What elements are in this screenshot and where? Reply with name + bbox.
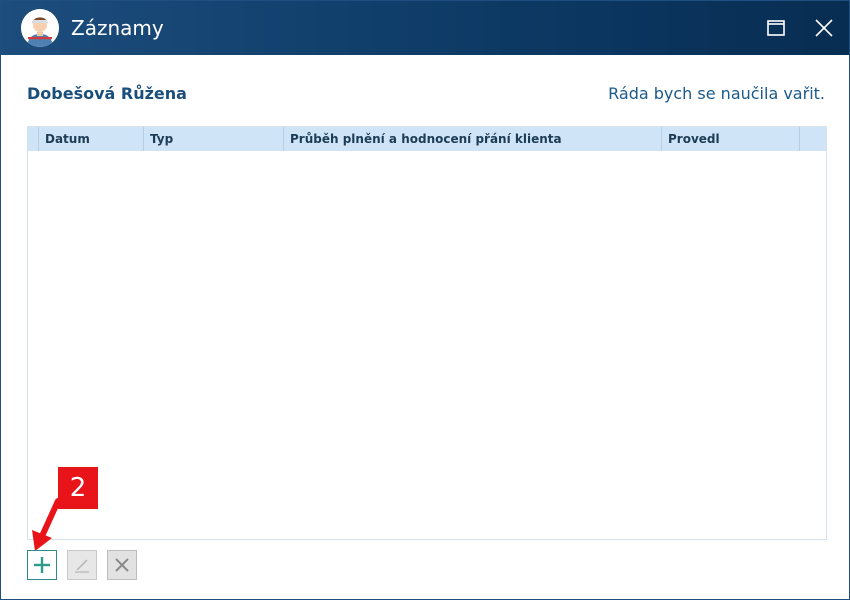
window-title: Záznamy (71, 16, 164, 40)
title-bar[interactable]: Záznamy (1, 1, 849, 55)
column-header-provedl[interactable]: Provedl (662, 127, 800, 151)
annotation-badge: 2 (58, 467, 98, 509)
column-header-datum[interactable]: Datum (39, 127, 144, 151)
column-header-typ[interactable]: Typ (144, 127, 284, 151)
maximize-button[interactable] (761, 13, 791, 43)
pencil-icon (75, 559, 89, 573)
row-indicator-header (28, 127, 39, 151)
maximize-icon (767, 20, 785, 36)
user-avatar-icon (21, 9, 59, 47)
grid-header: Datum Typ Průběh plnění a hodnocení přán… (28, 127, 826, 151)
close-icon (815, 19, 833, 37)
add-record-button[interactable] (27, 550, 57, 580)
annotation-arrow-icon (32, 498, 61, 551)
x-icon (115, 558, 129, 572)
delete-record-button[interactable] (107, 550, 137, 580)
client-wish: Ráda bych se naučila vařit. (608, 84, 825, 103)
close-button[interactable] (809, 13, 839, 43)
records-window: Záznamy Dobešová Růžena Ráda bych se nau… (0, 0, 850, 600)
client-name: Dobešová Růžena (27, 84, 187, 103)
column-header-filler (800, 127, 826, 151)
records-grid[interactable]: Datum Typ Průběh plnění a hodnocení přán… (27, 126, 827, 540)
column-header-prubeh[interactable]: Průběh plnění a hodnocení přání klienta (284, 127, 662, 151)
edit-record-button[interactable] (67, 550, 97, 580)
plus-icon (34, 557, 50, 573)
